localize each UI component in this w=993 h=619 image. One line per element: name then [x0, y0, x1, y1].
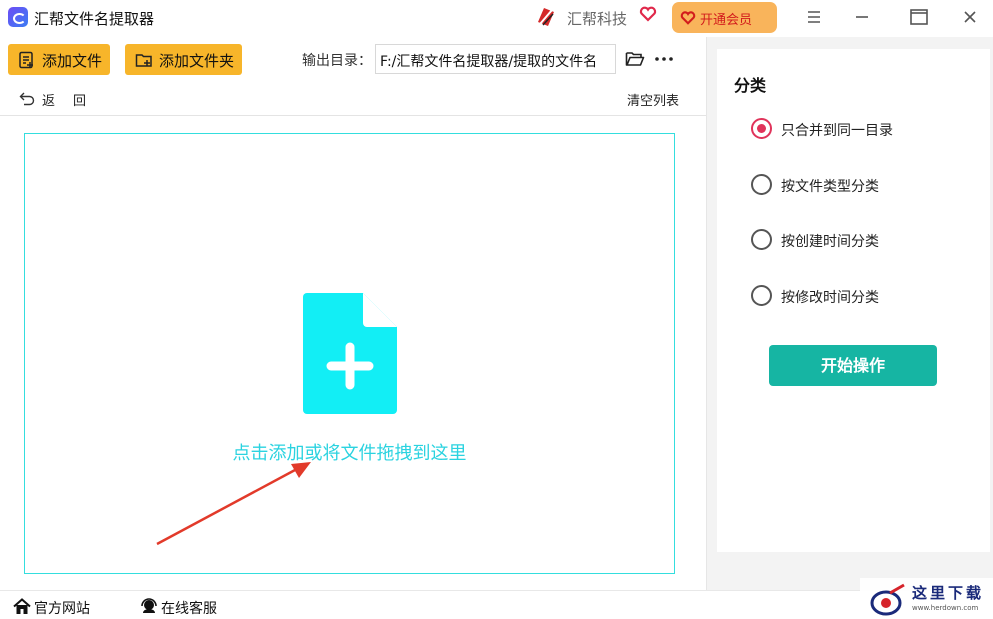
- menu-icon[interactable]: [800, 5, 828, 29]
- app-title: 汇帮文件名提取器: [34, 10, 155, 28]
- radio-circle: [751, 285, 772, 306]
- divider: [0, 115, 706, 116]
- add-document-icon: [303, 293, 397, 414]
- vip-heart-icon: [680, 11, 696, 25]
- clear-list-button[interactable]: 清空列表: [627, 90, 679, 109]
- add-folder-icon: [135, 54, 152, 67]
- more-icon[interactable]: [654, 51, 674, 67]
- add-file-label: 添加文件: [42, 52, 103, 70]
- file-drop-zone[interactable]: 点击添加或将文件拖拽到这里: [24, 133, 675, 574]
- watermark-url: www.herdown.com: [912, 604, 979, 612]
- radio-circle: [751, 229, 772, 250]
- vip-label: 开通会员: [700, 13, 753, 28]
- vip-button[interactable]: 开通会员: [672, 2, 777, 33]
- radio-label: 按文件类型分类: [781, 179, 879, 195]
- arrow-annotation: [156, 462, 311, 546]
- watermark-logo-icon: [870, 583, 905, 616]
- minimize-icon[interactable]: [848, 5, 876, 29]
- add-file-button[interactable]: 添加文件: [8, 44, 110, 75]
- brand-logo-icon: [538, 8, 554, 26]
- online-service-label: 在线客服: [161, 601, 217, 617]
- back-icon: [19, 92, 35, 106]
- heart-icon[interactable]: [639, 5, 657, 23]
- output-dir-field[interactable]: F:/汇帮文件名提取器/提取的文件名: [375, 44, 616, 74]
- radio-circle: [751, 174, 772, 195]
- headset-icon: [141, 598, 157, 613]
- radio-label: 只合并到同一目录: [781, 123, 893, 139]
- title-bar: 汇帮文件名提取器 汇帮科技 开通会员: [0, 0, 993, 36]
- drop-hint: 点击添加或将文件拖拽到这里: [232, 443, 467, 464]
- app-logo-icon: [8, 7, 28, 27]
- output-dir-label: 输出目录：: [302, 53, 372, 69]
- add-file-icon: [19, 51, 33, 69]
- home-icon: [13, 598, 31, 614]
- classify-title: 分类: [734, 76, 767, 95]
- maximize-icon[interactable]: [905, 5, 933, 29]
- brand-name: 汇帮科技: [567, 10, 628, 28]
- add-folder-button[interactable]: 添加文件夹: [125, 44, 242, 75]
- radio-label: 按修改时间分类: [781, 290, 879, 306]
- add-folder-label: 添加文件夹: [159, 52, 235, 70]
- start-button[interactable]: 开始操作: [769, 345, 937, 386]
- radio-label: 按创建时间分类: [781, 234, 879, 250]
- close-icon[interactable]: [956, 5, 984, 29]
- watermark-text: 这里下载: [912, 584, 985, 602]
- back-label: 返回: [42, 94, 105, 109]
- official-site-label: 官方网站: [34, 601, 90, 617]
- folder-open-icon[interactable]: [625, 50, 645, 68]
- radio-circle: [751, 118, 772, 139]
